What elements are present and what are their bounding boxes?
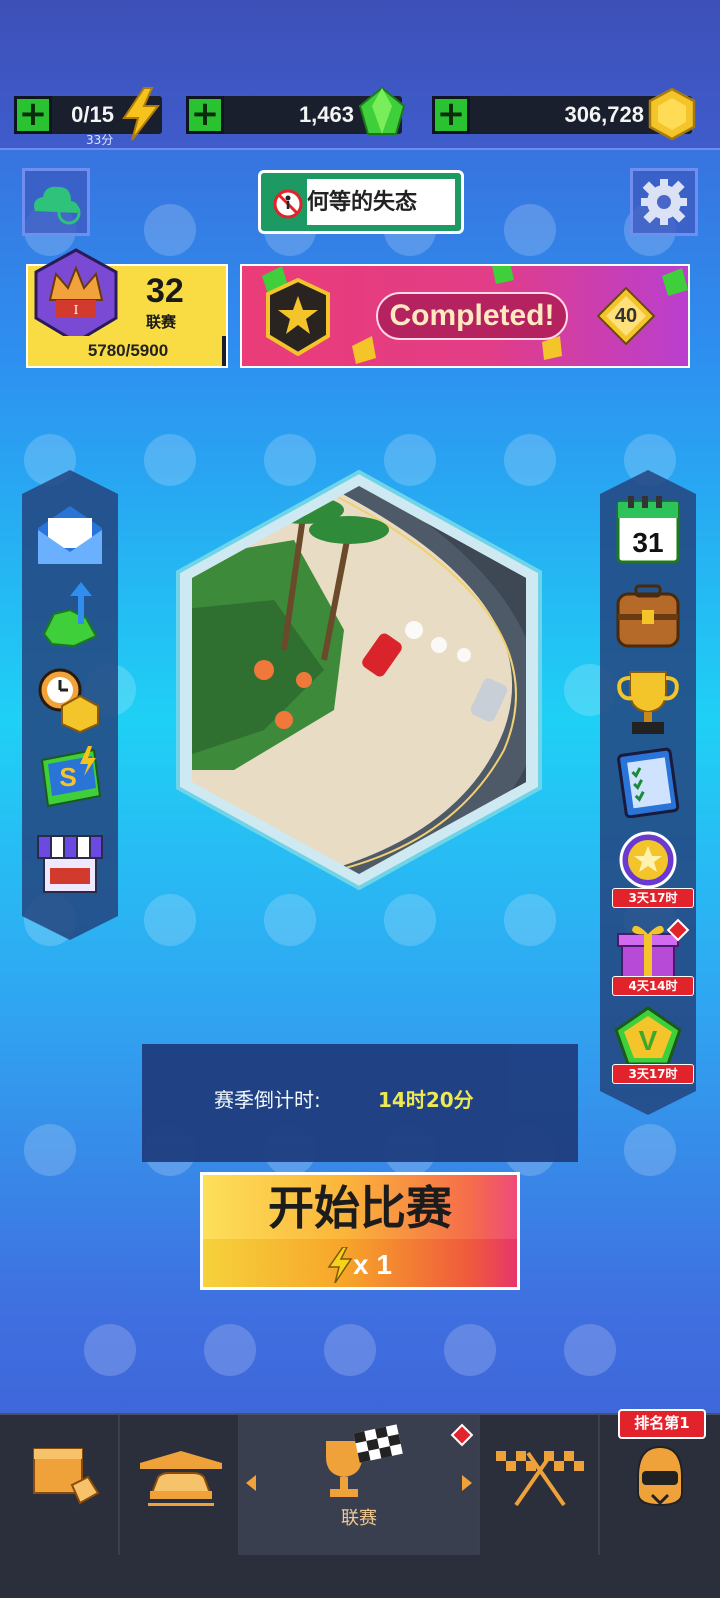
league-notification-dot (450, 1423, 474, 1447)
shop-button[interactable] (34, 826, 106, 898)
shop-icon (37, 835, 103, 893)
checkered-flags-icon (496, 1451, 584, 1507)
svg-text:V: V (639, 1025, 658, 1056)
lightning-icon (122, 87, 161, 141)
season-countdown: 赛季倒计时: 14时20分 (142, 1044, 578, 1162)
timed-offer-button[interactable] (34, 662, 106, 734)
nav-left-arrow[interactable] (246, 1475, 256, 1491)
coin-icon (648, 87, 696, 141)
energy-refill-time: 33分 (86, 133, 114, 147)
calendar-day: 31 (632, 527, 663, 558)
gems-value: 1,463 (298, 102, 354, 127)
nav-tab-cars[interactable] (120, 1415, 240, 1555)
league-number: 32 (146, 272, 184, 310)
mail-icon (38, 506, 102, 564)
trophy-icon (617, 671, 679, 734)
nav-league-label: 联赛 (341, 1508, 377, 1529)
vip-button[interactable]: V 3天17时 (612, 1006, 694, 1084)
quest-reward: 40 (614, 305, 638, 327)
settings-button[interactable] (630, 168, 698, 236)
mail-button[interactable] (34, 500, 106, 572)
add-coins-button[interactable]: + (432, 96, 470, 134)
trophy-button[interactable] (612, 666, 684, 738)
rank-badge: 排名第1 (618, 1409, 706, 1439)
player-name-plate[interactable]: 何等的失态 (258, 170, 464, 234)
gift-button[interactable]: 4天14时 (612, 918, 694, 996)
gift-timer: 4天14时 (612, 976, 694, 996)
league-trophy-flag-icon (326, 1424, 403, 1497)
countdown-time: 14时20分 (378, 1088, 474, 1112)
task-list-button[interactable] (612, 746, 684, 819)
gear-icon (641, 179, 687, 225)
nav-tab-league[interactable]: 联赛 (240, 1415, 480, 1555)
start-button-label: 开始比赛 (268, 1181, 452, 1235)
svg-text:S: S (59, 762, 76, 792)
league-label: 联赛 (146, 313, 177, 331)
gems-counter: + 1,463 (186, 86, 406, 135)
nav-right-arrow[interactable] (462, 1475, 472, 1491)
league-crown-icon: I (34, 248, 118, 344)
daily-calendar-button[interactable]: 31 (612, 494, 684, 566)
player-name: 何等的失态 (307, 190, 418, 215)
coins-value: 306,728 (564, 102, 644, 127)
calendar-icon: 31 (616, 496, 680, 564)
star-event-button[interactable]: 3天17时 (612, 830, 694, 908)
vip-timer: 3天17时 (612, 1064, 694, 1084)
league-card[interactable]: I 32 联赛 5780/5900 (26, 248, 228, 368)
countdown-label: 赛季倒计时: (214, 1088, 321, 1112)
clock-coins-icon (38, 668, 99, 734)
start-race-button[interactable]: 开始比赛 x 1 (200, 1172, 520, 1290)
helmet-icon (637, 1445, 683, 1507)
add-gems-button[interactable]: + (186, 96, 224, 134)
right-side-menu: 31 3天17时 4天14时 V 3天17时 (600, 470, 696, 1115)
left-side-menu: S (22, 470, 118, 940)
box-store-icon (33, 1448, 100, 1505)
season-pass-icon: S (40, 746, 102, 808)
nav-tab-garage-store[interactable] (0, 1415, 120, 1555)
backpack-button[interactable] (612, 580, 684, 652)
quest-banner[interactable]: Completed! 40 (240, 264, 690, 368)
cloud-sync-button[interactable] (22, 168, 90, 236)
energy-counter: + 0/15 33分 (14, 87, 162, 147)
energy-value: 0/15 (71, 102, 114, 127)
cloud-sync-icon (34, 186, 81, 225)
gem-upgrade-icon (42, 582, 98, 648)
star-event-timer: 3天17时 (612, 888, 694, 908)
top-resource-bar: + 0/15 33分 + 1,463 + 306,728 (0, 0, 720, 150)
backpack-icon (616, 584, 680, 648)
bottom-navigation: 联赛 排名第1 (0, 1409, 720, 1598)
quest-status: Completed! (389, 299, 555, 332)
car-garage-icon (140, 1451, 222, 1506)
no-pedestrian-icon (273, 189, 303, 219)
lightning-icon (327, 1247, 353, 1283)
checklist-icon (617, 747, 680, 819)
add-energy-button[interactable]: + (14, 96, 52, 134)
gem-icon (358, 86, 406, 135)
track-preview[interactable] (174, 470, 544, 890)
season-pass-button[interactable]: S (34, 742, 106, 814)
svg-text:I: I (74, 303, 79, 317)
coins-counter: + 306,728 (432, 87, 696, 141)
nav-tab-races[interactable] (480, 1415, 600, 1555)
upgrade-button[interactable] (34, 580, 106, 652)
league-progress-bar: 5780/5900 (30, 336, 226, 366)
start-button-cost: x 1 (353, 1249, 392, 1280)
league-progress-text: 5780/5900 (87, 341, 169, 360)
star-badge-icon (266, 278, 330, 356)
